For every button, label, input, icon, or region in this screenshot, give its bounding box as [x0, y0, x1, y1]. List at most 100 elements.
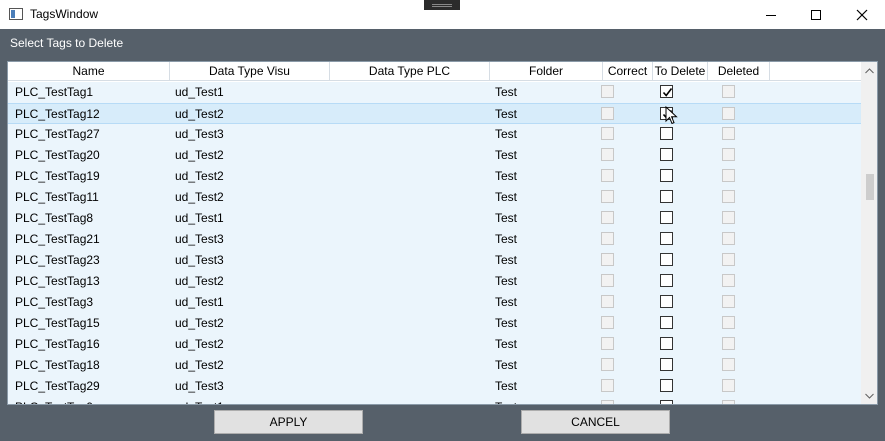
- cell-data-type-visu: ud_Test2: [175, 148, 224, 162]
- column-header-to-delete[interactable]: To Delete: [653, 62, 708, 81]
- drag-grip-icon[interactable]: [424, 0, 460, 10]
- scroll-down-icon[interactable]: [861, 387, 877, 404]
- column-header-data-type-plc[interactable]: Data Type PLC: [330, 62, 490, 81]
- cell-data-type-visu: ud_Test2: [175, 316, 224, 330]
- checkbox-correct: [601, 274, 614, 287]
- scroll-up-icon[interactable]: [861, 62, 877, 79]
- cell-data-type-plc: [335, 292, 485, 313]
- table-row[interactable]: PLC_TestTag29 ud_Test3 Test: [8, 376, 861, 397]
- scrollbar-thumb[interactable]: [866, 174, 874, 200]
- cell-data-type-visu: ud_Test2: [175, 358, 224, 372]
- checkbox-to-delete[interactable]: [660, 379, 673, 392]
- cell-data-type-plc: [335, 250, 485, 271]
- maximize-icon: [811, 9, 821, 20]
- checkbox-deleted: [722, 253, 735, 266]
- cell-name: PLC_TestTag18: [15, 358, 100, 372]
- cell-data-type-visu: ud_Test3: [175, 253, 224, 267]
- checkbox-correct: [601, 358, 614, 371]
- maximize-button[interactable]: [793, 0, 839, 29]
- checkbox-deleted: [722, 85, 735, 98]
- cell-data-type-visu: ud_Test2: [175, 169, 224, 183]
- checkbox-to-delete[interactable]: [660, 85, 673, 98]
- cell-data-type-plc: [335, 82, 485, 103]
- checkbox-correct: [601, 148, 614, 161]
- table-row[interactable]: PLC_TestTag13 ud_Test2 Test: [8, 271, 861, 292]
- checkbox-to-delete[interactable]: [660, 253, 673, 266]
- window-title: TagsWindow: [30, 7, 99, 21]
- table-row[interactable]: PLC_TestTag21 ud_Test3 Test: [8, 229, 861, 250]
- cell-data-type-plc: [335, 187, 485, 208]
- table-row[interactable]: PLC_TestTag3 ud_Test1 Test: [8, 292, 861, 313]
- cell-folder: Test: [495, 358, 518, 372]
- checkbox-to-delete[interactable]: [660, 274, 673, 287]
- checkbox-correct: [601, 190, 614, 203]
- cell-name: PLC_TestTag29: [15, 379, 100, 393]
- checkbox-deleted: [722, 316, 735, 329]
- checkbox-to-delete[interactable]: [660, 316, 673, 329]
- checkbox-to-delete[interactable]: [660, 169, 673, 182]
- checkbox-to-delete[interactable]: [660, 211, 673, 224]
- checkbox-deleted: [722, 148, 735, 161]
- checkbox-correct: [601, 337, 614, 350]
- table-row[interactable]: PLC_TestTag27 ud_Test3 Test: [8, 124, 861, 145]
- column-header-deleted[interactable]: Deleted: [708, 62, 770, 81]
- checkbox-to-delete[interactable]: [660, 295, 673, 308]
- title-bar: TagsWindow: [0, 0, 885, 29]
- checkbox-to-delete[interactable]: [660, 148, 673, 161]
- table-row[interactable]: PLC_TestTag16 ud_Test2 Test: [8, 334, 861, 355]
- checkbox-to-delete[interactable]: [660, 190, 673, 203]
- tags-grid[interactable]: Name Data Type Visu Data Type PLC Folder…: [7, 61, 878, 405]
- cancel-button[interactable]: CANCEL: [521, 410, 670, 434]
- table-row[interactable]: PLC_TestTag1 ud_Test1 Test: [8, 82, 861, 103]
- cell-folder: Test: [495, 379, 518, 393]
- checkbox-correct: [601, 253, 614, 266]
- cell-data-type-plc: [335, 397, 485, 404]
- checkbox-to-delete[interactable]: [660, 337, 673, 350]
- checkbox-to-delete[interactable]: [660, 358, 673, 371]
- checkbox-to-delete[interactable]: [660, 107, 673, 120]
- checkbox-correct: [601, 400, 614, 404]
- cell-data-type-visu: ud_Test1: [175, 211, 224, 225]
- table-row[interactable]: PLC_TestTag19 ud_Test2 Test: [8, 166, 861, 187]
- table-row[interactable]: PLC_TestTag20 ud_Test2 Test: [8, 145, 861, 166]
- cell-data-type-plc: [335, 145, 485, 166]
- table-row[interactable]: PLC_TestTag11 ud_Test2 Test: [8, 187, 861, 208]
- cell-folder: Test: [495, 274, 518, 288]
- table-row[interactable]: PLC_TestTag18 ud_Test2 Test: [8, 355, 861, 376]
- column-header-name[interactable]: Name: [8, 62, 170, 81]
- checkbox-to-delete[interactable]: [660, 127, 673, 140]
- checkbox-to-delete[interactable]: [660, 400, 673, 404]
- cell-data-type-visu: ud_Test2: [175, 274, 224, 288]
- cell-data-type-visu: ud_Test1: [175, 85, 224, 99]
- cell-data-type-plc: [335, 104, 485, 125]
- checkbox-correct: [601, 85, 614, 98]
- apply-button[interactable]: APPLY: [214, 410, 363, 434]
- cell-data-type-visu: ud_Test2: [175, 337, 224, 351]
- column-header-data-type-visu[interactable]: Data Type Visu: [170, 62, 330, 81]
- cell-data-type-visu: ud_Test3: [175, 232, 224, 246]
- cell-folder: Test: [495, 127, 518, 141]
- table-row[interactable]: PLC_TestTag15 ud_Test2 Test: [8, 313, 861, 334]
- table-row[interactable]: PLC_TestTag12 ud_Test2 Test: [8, 103, 861, 124]
- column-header-folder[interactable]: Folder: [490, 62, 603, 81]
- cell-data-type-visu: ud_Test3: [175, 127, 224, 141]
- table-row[interactable]: PLC_TestTag23 ud_Test3 Test: [8, 250, 861, 271]
- table-row[interactable]: PLC_TestTag9 ud_Test1 Test: [8, 397, 861, 404]
- app-icon: [9, 8, 23, 20]
- table-row[interactable]: PLC_TestTag8 ud_Test1 Test: [8, 208, 861, 229]
- cell-data-type-plc: [335, 166, 485, 187]
- minimize-button[interactable]: [748, 0, 794, 29]
- checkbox-to-delete[interactable]: [660, 232, 673, 245]
- close-button[interactable]: [839, 0, 885, 29]
- cell-name: PLC_TestTag11: [15, 190, 99, 204]
- cell-folder: Test: [495, 190, 518, 204]
- checkbox-deleted: [722, 337, 735, 350]
- cell-folder: Test: [495, 232, 518, 246]
- cell-folder: Test: [495, 85, 518, 99]
- checkbox-deleted: [722, 211, 735, 224]
- cell-folder: Test: [495, 397, 595, 404]
- column-header-correct[interactable]: Correct: [603, 62, 653, 81]
- vertical-scrollbar[interactable]: [861, 62, 877, 404]
- checkbox-correct: [601, 211, 614, 224]
- checkbox-deleted: [722, 190, 735, 203]
